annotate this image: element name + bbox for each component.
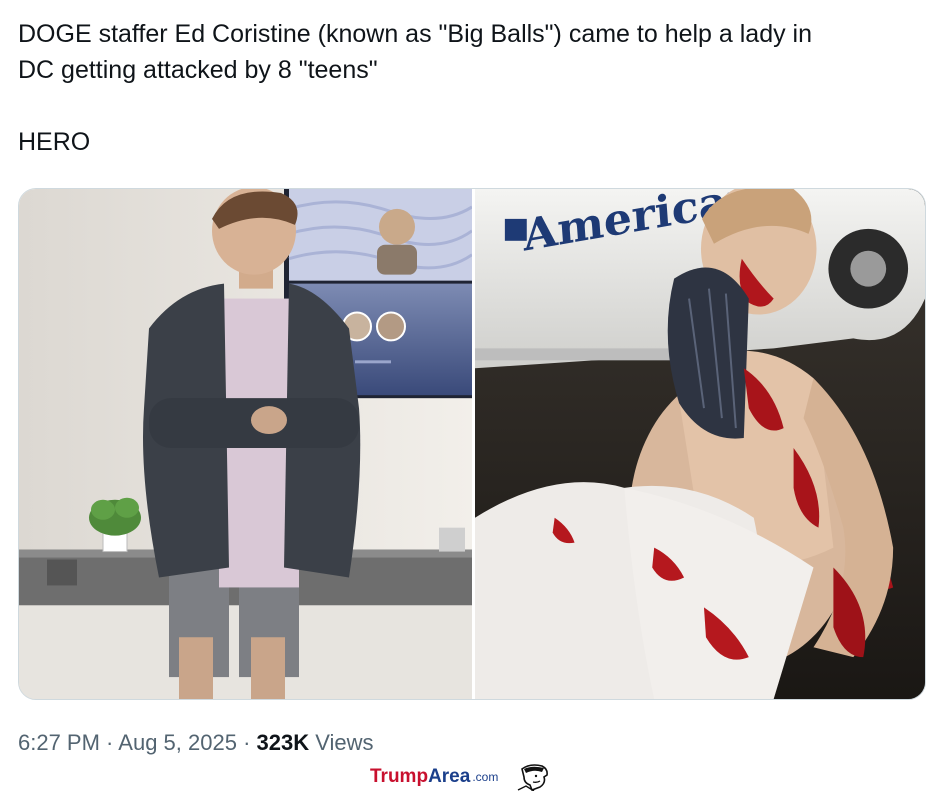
photo-left-illustration [19,189,472,699]
watermark-trump: Trump [370,766,429,787]
trump-caricature-icon [514,763,554,792]
media-photo-right[interactable]: American [475,189,925,699]
meta-separator: · [236,730,257,755]
tweet-text-line-1: DOGE staffer Ed Coristine (known as "Big… [18,20,813,48]
tweet-text-line-2: DC getting attacked by 8 "teens" [18,56,378,84]
views-label: Views [309,730,374,755]
meta-separator: · [99,730,119,755]
tweet-text-line-3: HERO [18,128,91,156]
tweet-time[interactable]: 6:27 PM [18,730,100,755]
photo-right-illustration: American [475,189,925,699]
watermark-com: .com [472,770,499,784]
tweet-meta: 6:27 PM · Aug 5, 2025 · 323K Views [18,728,374,758]
media-photo-left[interactable] [19,189,472,699]
views-count[interactable]: 323K [257,730,310,755]
tweet-text: DOGE staffer Ed Coristine (known as "Big… [18,16,918,160]
media-grid: American [18,188,926,700]
tweet-date[interactable]: Aug 5, 2025 [118,730,237,755]
site-watermark: Trump Area .com [370,763,554,792]
watermark-area: Area [428,766,471,787]
